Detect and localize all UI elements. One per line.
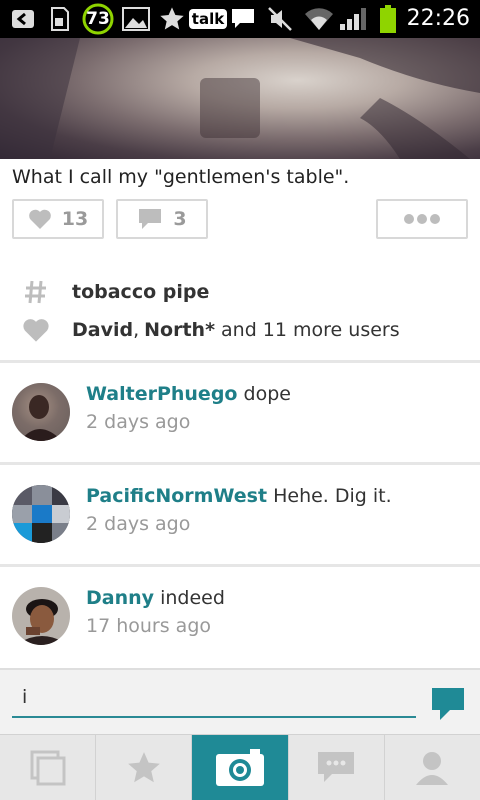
comment-text: dope [243,383,291,405]
status-time: 22:26 [406,6,470,31]
heart-icon [28,209,51,229]
star-icon [127,751,160,782]
wifi-icon [302,4,336,34]
likers-more[interactable]: and 11 more users [221,319,400,341]
comment-icon [139,209,162,229]
nav-profile[interactable] [385,735,480,800]
heart-icon [0,317,72,343]
profile-icon [416,751,449,785]
avatar[interactable] [12,383,70,441]
comment-item: WalterPhuego dope 2 days ago [0,363,480,459]
battery-icon [376,4,400,34]
comment-author[interactable]: WalterPhuego [86,383,237,405]
like-count: 13 [61,208,89,230]
comment-button[interactable]: 3 [116,199,208,239]
talk-label: talk [188,9,228,29]
liker-link-david[interactable]: David [72,319,133,341]
comment-count: 3 [173,208,187,230]
status-bar: 73 talk 22:26 [0,0,480,38]
sd-card-icon [44,4,74,34]
talk-icon: talk [188,4,228,34]
comment-input[interactable] [12,678,416,718]
like-button[interactable]: 13 [12,199,104,239]
more-options-button[interactable] [376,199,468,239]
more-dots-icon [404,214,440,224]
comment-text: indeed [160,587,225,609]
nav-favorites[interactable] [96,735,193,800]
liker-separator: , [133,319,140,341]
comment-text: Hehe. Dig it. [273,485,392,507]
comment-time: 2 days ago [86,411,191,433]
comment-time: 17 hours ago [86,615,212,637]
likers-row: David, North* and 11 more users [0,312,480,348]
chat-icon [318,751,355,782]
star-icon [156,4,188,34]
send-bubble-icon [432,688,464,720]
image-icon [120,4,152,34]
tag-link[interactable]: tobacco pipe [72,281,209,303]
comment-time: 2 days ago [86,513,191,535]
message-icon [228,4,258,34]
comment-author[interactable]: PacificNormWest [86,485,267,507]
comment-item: Danny indeed 17 hours ago [0,567,480,663]
nav-feed[interactable] [0,735,97,800]
send-comment-button[interactable] [428,684,468,724]
signal-icon [336,4,370,34]
liker-link-north[interactable]: North* [144,319,215,341]
nav-messages[interactable] [289,735,385,800]
mute-icon [264,4,296,34]
avatar[interactable] [12,485,70,543]
bottom-nav [0,734,480,800]
tag-row: tobacco pipe [0,274,480,310]
avatar[interactable] [12,587,70,645]
back-notification-icon [8,4,38,34]
feed-icon [30,750,66,785]
comment-item: PacificNormWest Hehe. Dig it. 2 days ago [0,465,480,561]
comment-author[interactable]: Danny [86,587,154,609]
hashtag-icon [0,279,72,305]
nav-camera[interactable] [192,735,289,800]
notification-badge: 73 [80,3,116,35]
camera-icon [216,748,264,786]
notification-badge-count: 73 [86,9,110,29]
post-photo[interactable] [0,38,480,159]
post-caption: What I call my "gentlemen's table". [12,166,350,188]
comment-input-bar [0,668,480,734]
